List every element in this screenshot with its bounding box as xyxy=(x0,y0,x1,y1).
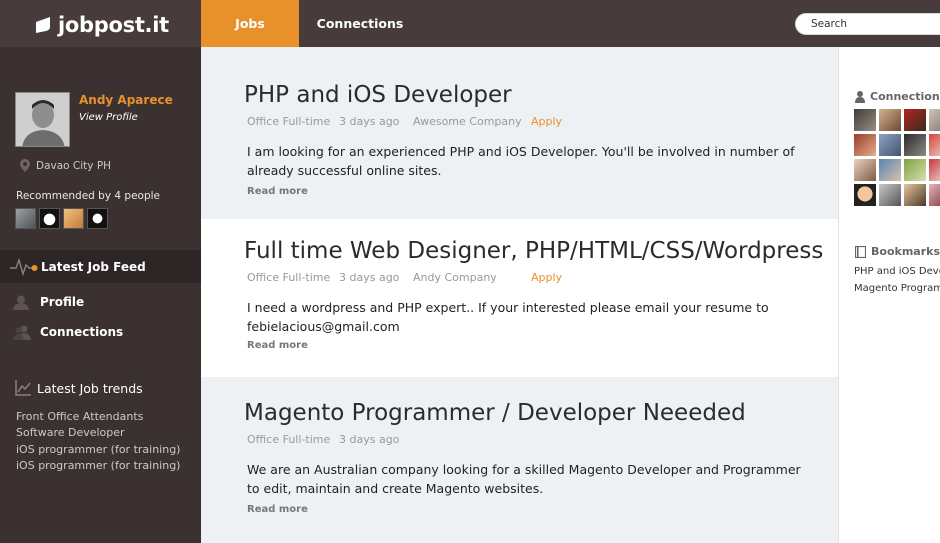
connection-avatar[interactable] xyxy=(904,159,926,181)
location-text: Davao City PH xyxy=(36,159,112,172)
trend-item[interactable]: iOS programmer (for training) xyxy=(16,442,180,458)
job-time: 3 days ago xyxy=(339,271,400,284)
connection-avatar[interactable] xyxy=(879,159,901,181)
sidebar-item-connections[interactable]: Connections xyxy=(0,320,201,344)
sidebar-item-label: Connections xyxy=(40,325,124,339)
connections-heading: Connections xyxy=(855,90,940,103)
connection-avatar[interactable] xyxy=(929,184,940,206)
job-title[interactable]: Magento Programmer / Developer Neeeded xyxy=(244,400,746,426)
connection-avatar[interactable] xyxy=(904,134,926,156)
bookmarks-list: PHP and iOS Deve Magento Programm xyxy=(854,263,940,297)
right-panel: Connections Bookmarks PHP and iOS Deve M… xyxy=(838,47,940,543)
trend-item[interactable]: Front Office Attendants xyxy=(16,409,180,425)
apply-link[interactable]: Apply xyxy=(531,271,562,284)
bookmark-item[interactable]: Magento Programm xyxy=(854,280,940,297)
job-type: Office Full-time xyxy=(247,115,331,128)
bookmarks-title: Bookmarks xyxy=(871,245,940,258)
read-more-link[interactable]: Read more xyxy=(247,340,308,351)
recommender-avatars xyxy=(15,208,108,229)
connection-avatar[interactable] xyxy=(879,184,901,206)
connection-avatar[interactable] xyxy=(929,109,940,131)
avatar[interactable] xyxy=(15,92,70,147)
connection-avatar[interactable] xyxy=(854,134,876,156)
sidebar-item-label: Profile xyxy=(40,295,85,309)
job-type: Office Full-time xyxy=(247,433,331,446)
read-more-link[interactable]: Read more xyxy=(247,504,308,515)
connection-avatar[interactable] xyxy=(879,109,901,131)
logo-text: jobpost.it xyxy=(58,13,169,37)
recommender-avatar[interactable] xyxy=(87,208,108,229)
connection-avatar[interactable] xyxy=(854,109,876,131)
user-name[interactable]: Andy Aparece xyxy=(79,93,173,107)
connection-avatar[interactable] xyxy=(879,134,901,156)
location: Davao City PH xyxy=(20,159,111,172)
job-company[interactable]: Awesome Company xyxy=(413,115,522,128)
sidebar: Andy Aparece View Profile Davao City PH … xyxy=(0,47,201,543)
job-description: I am looking for an experienced PHP and … xyxy=(247,144,795,178)
recommender-avatar[interactable] xyxy=(63,208,84,229)
apply-link[interactable]: Apply xyxy=(531,115,562,128)
connection-avatar[interactable] xyxy=(854,159,876,181)
user-icon xyxy=(855,90,865,103)
logo[interactable]: jobpost.it xyxy=(34,12,169,38)
job-card: Magento Programmer / Developer Neeeded O… xyxy=(201,377,838,543)
trends-list: Front Office Attendants Software Develop… xyxy=(16,409,180,474)
search-input[interactable] xyxy=(795,13,940,35)
recommended-text: Recommended by 4 people xyxy=(16,190,161,202)
sidebar-item-latest-job-feed[interactable]: Latest Job Feed xyxy=(0,250,201,283)
read-more-link[interactable]: Read more xyxy=(247,186,308,197)
connection-avatar[interactable] xyxy=(904,184,926,206)
connections-grid xyxy=(854,109,940,206)
job-card: Full time Web Designer, PHP/HTML/CSS/Wor… xyxy=(201,219,838,377)
users-icon xyxy=(13,325,31,340)
map-pin-icon xyxy=(20,159,30,172)
sidebar-item-profile[interactable]: Profile xyxy=(0,290,201,314)
job-card: PHP and iOS Developer Office Full-time 3… xyxy=(201,47,838,219)
job-description: I need a wordpress and PHP expert.. If y… xyxy=(247,300,769,334)
trend-item[interactable]: iOS programmer (for training) xyxy=(16,458,180,474)
job-company[interactable]: Andy Company xyxy=(413,271,497,284)
sidebar-item-label: Latest Job Feed xyxy=(41,259,146,274)
job-time: 3 days ago xyxy=(339,115,400,128)
job-description: We are an Australian company looking for… xyxy=(247,462,801,496)
book-icon xyxy=(855,245,866,258)
trend-chart-icon xyxy=(15,380,31,396)
trend-item[interactable]: Software Developer xyxy=(16,425,180,441)
job-type: Office Full-time xyxy=(247,271,331,284)
trends-heading: Latest Job trends xyxy=(15,380,143,396)
pulse-icon xyxy=(10,257,38,277)
trends-title: Latest Job trends xyxy=(37,380,143,396)
top-bar: jobpost.it Jobs Connections xyxy=(0,0,940,47)
user-icon xyxy=(13,295,29,310)
recommender-avatar[interactable] xyxy=(39,208,60,229)
job-time: 3 days ago xyxy=(339,433,400,446)
logo-icon xyxy=(36,17,50,33)
job-title[interactable]: Full time Web Designer, PHP/HTML/CSS/Wor… xyxy=(244,238,823,264)
bookmarks-heading: Bookmarks xyxy=(855,245,940,258)
view-profile-link[interactable]: View Profile xyxy=(79,112,138,123)
connection-avatar[interactable] xyxy=(929,159,940,181)
job-title[interactable]: PHP and iOS Developer xyxy=(244,82,512,108)
tab-connections[interactable]: Connections xyxy=(310,0,410,47)
connections-title: Connections xyxy=(870,90,940,103)
connection-avatar[interactable] xyxy=(854,184,876,206)
recommender-avatar[interactable] xyxy=(15,208,36,229)
connection-avatar[interactable] xyxy=(929,134,940,156)
bookmark-item[interactable]: PHP and iOS Deve xyxy=(854,263,940,280)
connection-avatar[interactable] xyxy=(904,109,926,131)
tab-jobs[interactable]: Jobs xyxy=(201,0,299,47)
